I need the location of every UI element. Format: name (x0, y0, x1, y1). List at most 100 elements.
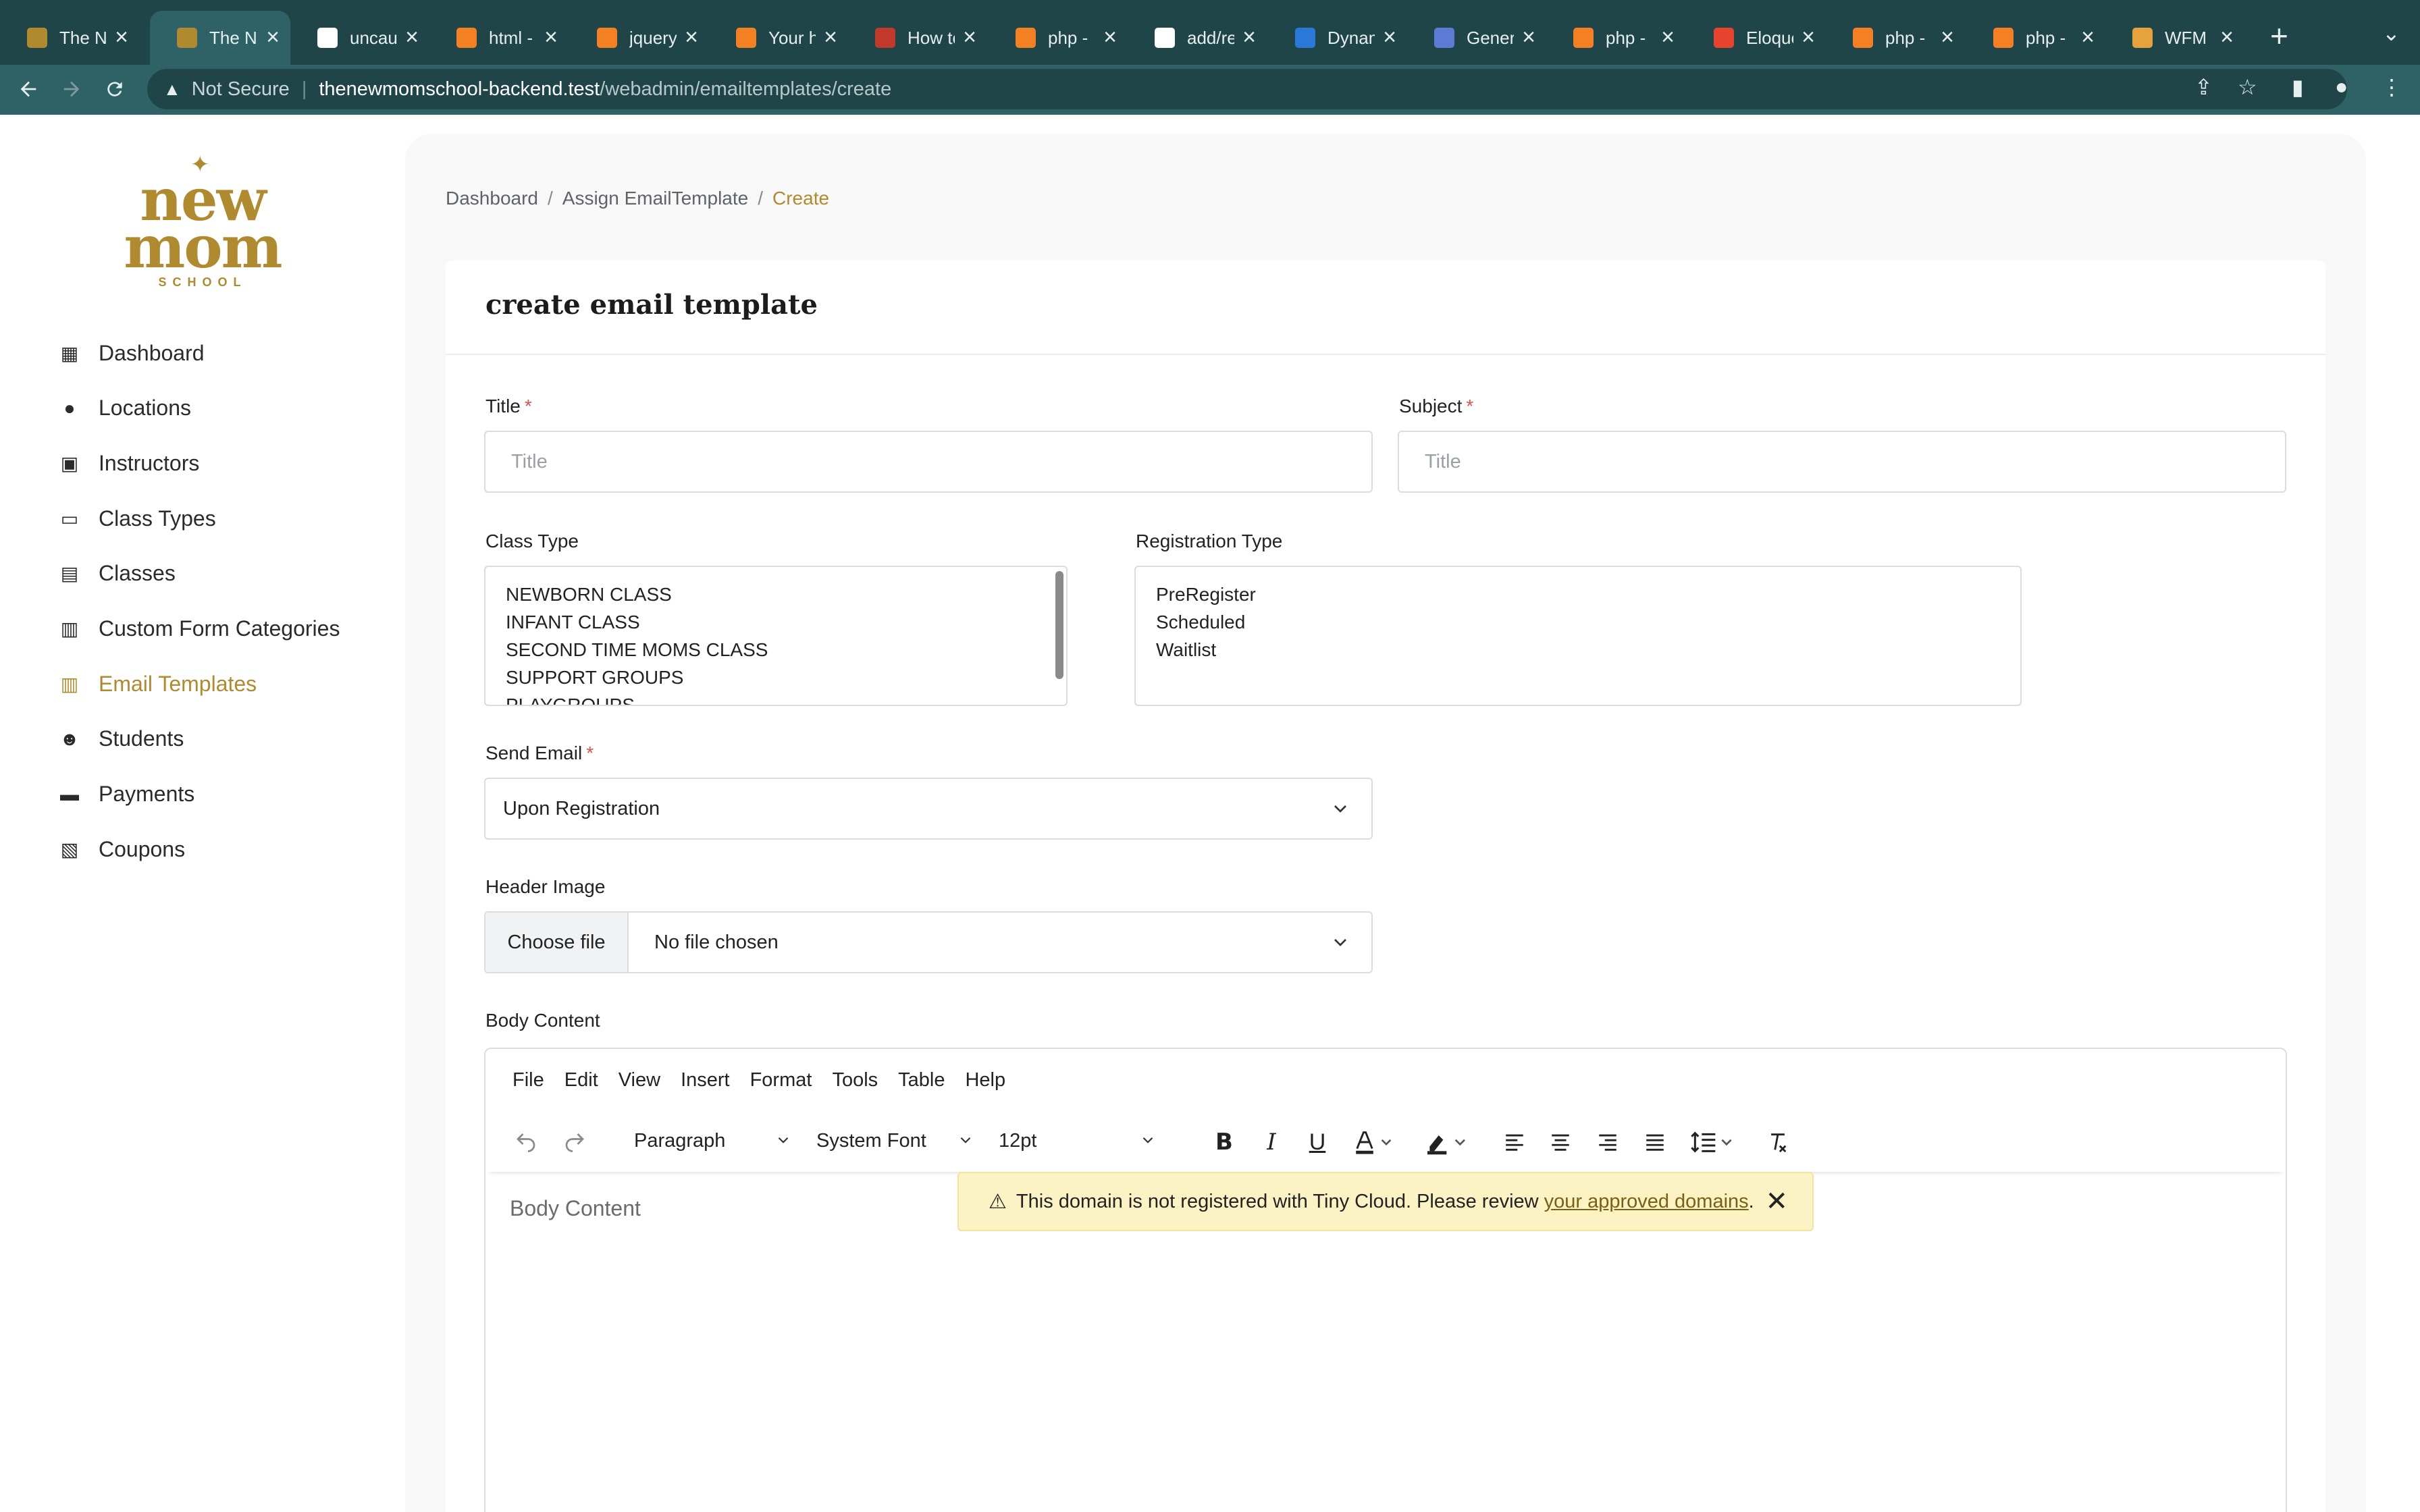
sidebar-item-instructors[interactable]: ▣ Instructors (58, 446, 200, 480)
align-justify-icon[interactable] (1639, 1126, 1671, 1158)
editor-menu-help[interactable]: Help (965, 1069, 1005, 1091)
sidebar-item-coupons[interactable]: ▧ Coupons (58, 832, 185, 866)
sidebar-item-dashboard[interactable]: ▦ Dashboard (58, 336, 205, 370)
browser-tab[interactable]: jquery × (570, 11, 709, 65)
close-tab-icon[interactable]: × (1383, 26, 1396, 49)
align-left-icon[interactable] (1498, 1126, 1531, 1158)
align-right-icon[interactable] (1592, 1126, 1624, 1158)
back-button[interactable] (9, 70, 47, 108)
title-input[interactable] (485, 432, 1371, 491)
align-center-icon[interactable] (1544, 1126, 1577, 1158)
editor-menu-file[interactable]: File (512, 1069, 544, 1091)
sidebar-item-students[interactable]: ☻ Students (58, 722, 184, 756)
close-tab-icon[interactable]: × (1661, 26, 1675, 49)
m-favicon-icon (1295, 28, 1315, 48)
browser-tab[interactable]: html - × (429, 11, 569, 65)
browser-tab[interactable]: Your h × (709, 11, 848, 65)
breadcrumb-assign-emailtemplate[interactable]: Assign EmailTemplate (562, 188, 748, 209)
redo-icon[interactable] (558, 1126, 591, 1158)
browser-tab[interactable]: WFM × (2105, 11, 2244, 65)
browser-tab[interactable]: add/re × (1128, 11, 1267, 65)
browser-tab[interactable]: php - × (1966, 11, 2105, 65)
send-email-select[interactable]: Upon Registration (484, 778, 1373, 840)
text-color-icon[interactable] (1348, 1126, 1402, 1158)
new-tab-button[interactable]: + (2270, 18, 2288, 54)
approved-domains-link[interactable]: your approved domains (1544, 1191, 1749, 1213)
browser-tab[interactable]: php - × (1826, 11, 1965, 65)
sidebar-item-email-templates[interactable]: ▥ Email Templates (58, 667, 257, 701)
browser-tab[interactable]: Dynam × (1268, 11, 1407, 65)
reload-button[interactable] (96, 70, 134, 108)
highlight-color-icon[interactable] (1417, 1126, 1478, 1158)
close-tab-icon[interactable]: × (544, 26, 558, 49)
choose-file-button[interactable]: Choose file (485, 913, 629, 972)
browser-tab[interactable]: Gener × (1407, 11, 1546, 65)
close-tab-icon[interactable]: × (2081, 26, 2095, 49)
profile-avatar-icon[interactable]: ● (2335, 74, 2348, 99)
breadcrumb-dashboard[interactable]: Dashboard (446, 188, 538, 209)
editor-menu-view[interactable]: View (619, 1069, 660, 1091)
editor-menu-format[interactable]: Format (750, 1069, 812, 1091)
close-icon[interactable]: ✕ (1765, 1187, 1788, 1216)
sidebar-item-payments[interactable]: ▬ Payments (58, 778, 194, 811)
editor-menu-edit[interactable]: Edit (564, 1069, 598, 1091)
browser-tab[interactable]: php - × (989, 11, 1128, 65)
sidebar-item-locations[interactable]: ● Locations (58, 392, 191, 425)
header-image-file-input[interactable]: Choose file No file chosen (484, 911, 1373, 973)
class-type-option[interactable]: INFANT CLASS (506, 608, 1046, 636)
registration-type-option[interactable]: Waitlist (1156, 636, 2000, 664)
underline-icon[interactable]: U (1301, 1126, 1334, 1158)
registration-type-multiselect[interactable]: PreRegister Scheduled Waitlist (1134, 566, 2022, 706)
close-tab-icon[interactable]: × (685, 26, 698, 49)
users-icon: ☻ (59, 728, 80, 749)
sidebar-item-class-types[interactable]: ▭ Class Types (58, 502, 216, 535)
clear-formatting-icon[interactable] (1762, 1126, 1794, 1158)
block-format-select[interactable]: Paragraph (625, 1122, 799, 1160)
close-tab-icon[interactable]: × (963, 26, 976, 49)
close-tab-icon[interactable]: × (405, 26, 419, 49)
sidebar-item-classes[interactable]: ▤ Classes (58, 557, 176, 591)
italic-icon[interactable]: I (1255, 1126, 1288, 1158)
class-type-option[interactable]: NEWBORN CLASS (506, 580, 1046, 608)
close-tab-icon[interactable]: × (266, 26, 280, 49)
class-type-option[interactable]: SUPPORT GROUPS (506, 664, 1046, 691)
new-mom-school-logo[interactable]: ✦ new mom SCHOOL (120, 151, 285, 290)
side-panel-icon[interactable]: ▮ (2292, 74, 2304, 100)
browser-tab[interactable]: The Ne × (0, 11, 139, 65)
close-tab-icon[interactable]: × (824, 26, 837, 49)
close-tab-icon[interactable]: × (1522, 26, 1535, 49)
registration-type-option[interactable]: PreRegister (1156, 580, 2000, 608)
forward-button[interactable] (53, 70, 90, 108)
class-type-option[interactable]: PLAYGROUPS (506, 691, 1046, 705)
class-type-multiselect[interactable]: NEWBORN CLASS INFANT CLASS SECOND TIME MOM… (484, 566, 1068, 706)
close-tab-icon[interactable]: × (1801, 26, 1815, 49)
editor-menu-tools[interactable]: Tools (832, 1069, 878, 1091)
close-tab-icon[interactable]: × (1242, 26, 1256, 49)
browser-tab[interactable]: php - × (1546, 11, 1685, 65)
close-tab-icon[interactable]: × (2220, 26, 2234, 49)
tab-search-chevron-icon[interactable]: ⌄ (2382, 20, 2400, 46)
class-type-scrollbar[interactable] (1055, 571, 1063, 679)
subject-input[interactable] (1399, 432, 2285, 491)
class-type-option[interactable]: SECOND TIME MOMS CLASS (506, 636, 1046, 664)
font-family-select[interactable]: System Font (807, 1122, 981, 1160)
more-menu-icon[interactable]: ⋮ (2381, 74, 2402, 100)
browser-tab[interactable]: Eloque × (1687, 11, 1826, 65)
editor-menu-insert[interactable]: Insert (681, 1069, 730, 1091)
editor-menu-table[interactable]: Table (898, 1069, 945, 1091)
browser-tab[interactable]: The Ne × (150, 11, 290, 65)
sidebar-item-custom-form-categories[interactable]: ▥ Custom Form Categories (58, 612, 340, 646)
browser-tab[interactable]: How to × (848, 11, 987, 65)
share-icon[interactable]: ⇪ (2194, 74, 2213, 100)
omnibox[interactable]: ▲ Not Secure | thenewmomschool-backend.t… (147, 69, 2347, 109)
registration-type-option[interactable]: Scheduled (1156, 608, 2000, 636)
undo-icon[interactable] (510, 1126, 542, 1158)
close-tab-icon[interactable]: × (115, 26, 128, 49)
star-bookmark-icon[interactable]: ☆ (2238, 74, 2257, 100)
font-size-select[interactable]: 12pt (989, 1122, 1163, 1160)
close-tab-icon[interactable]: × (1941, 26, 1954, 49)
line-height-icon[interactable] (1685, 1126, 1741, 1158)
close-tab-icon[interactable]: × (1103, 26, 1117, 49)
bold-icon[interactable]: B (1208, 1126, 1240, 1158)
browser-tab[interactable]: uncau × (290, 11, 429, 65)
